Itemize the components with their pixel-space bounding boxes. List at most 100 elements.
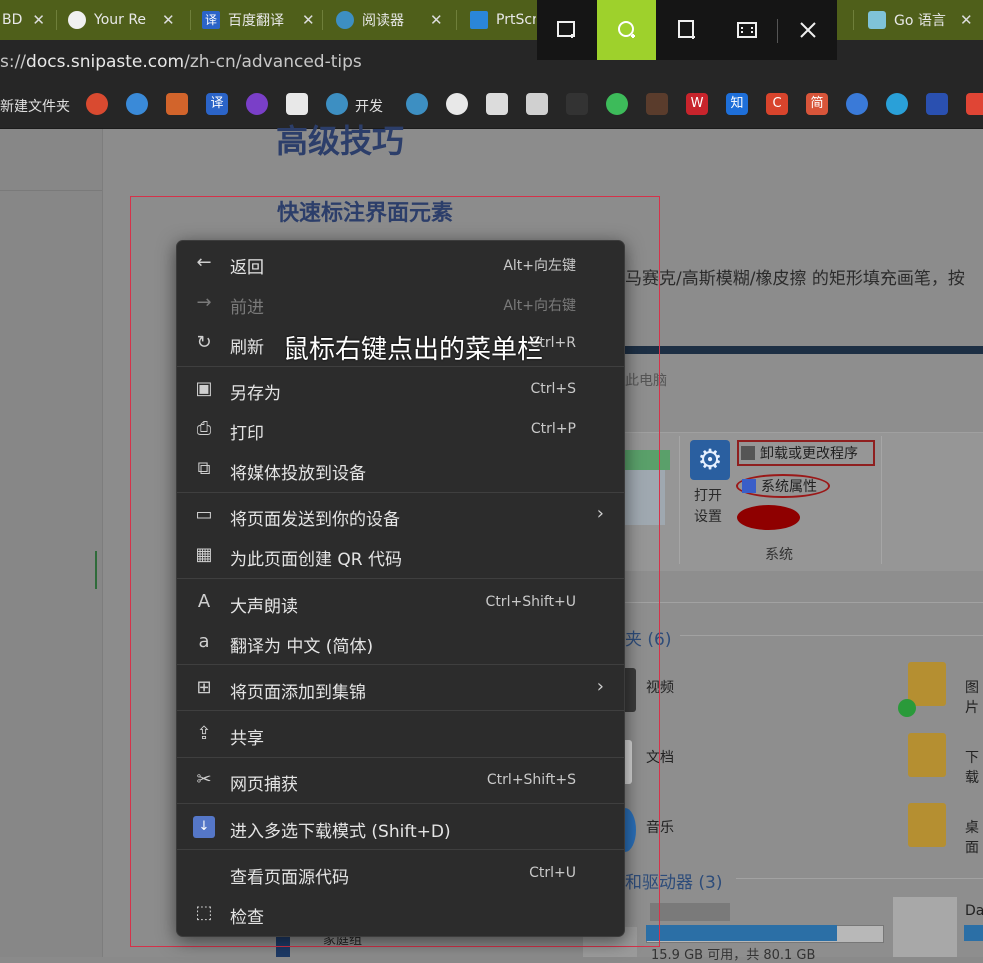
- menu-item-back[interactable]: ← 返回 Alt+向左键: [177, 243, 624, 283]
- file-icon[interactable]: [486, 93, 508, 115]
- annotation-text: 鼠标右键点出的菜单栏: [283, 335, 544, 365]
- uninstall-programs-item: 卸载或更改程序: [737, 440, 875, 466]
- ellipse-capture-icon: [617, 21, 635, 38]
- menu-shortcut: Ctrl+S: [530, 381, 576, 397]
- tab-title: 阅读器: [362, 13, 404, 29]
- tab[interactable]: BD ✕: [0, 0, 48, 40]
- pictures-folder-icon: [908, 662, 946, 706]
- menu-item-translate[interactable]: a 翻译为 中文 (简体): [177, 622, 624, 662]
- desktop-folder-icon: [908, 803, 946, 847]
- menu-separator: [177, 578, 624, 579]
- cloud-icon[interactable]: [126, 93, 148, 115]
- github-icon[interactable]: [446, 93, 468, 115]
- menu-item-multi-download[interactable]: ↓ 进入多选下载模式 (Shift+D): [177, 807, 624, 847]
- close-tab-icon[interactable]: ✕: [430, 11, 443, 29]
- tab-separator: [322, 10, 323, 30]
- jianshu-icon[interactable]: 简: [806, 93, 828, 115]
- code-icon[interactable]: [166, 93, 188, 115]
- desktop-folder-label: 桌面: [965, 820, 979, 856]
- url-text[interactable]: s://docs.snipaste.com/zh-cn/advanced-tip…: [0, 52, 362, 72]
- chrome-icon[interactable]: [86, 93, 108, 115]
- fullscreen-icon: [736, 22, 757, 38]
- menu-item-add-to-collections[interactable]: ⊞ 将页面添加到集锦 ›: [177, 668, 624, 708]
- menu-item-qr-code[interactable]: ▦ 为此页面创建 QR 代码: [177, 535, 624, 575]
- w-icon[interactable]: W: [686, 93, 708, 115]
- disk-usage-fill: [646, 925, 837, 941]
- menu-label: 为此页面创建 QR 代码: [230, 550, 403, 570]
- cursor-icon[interactable]: [566, 93, 588, 115]
- download-mode-icon: ↓: [193, 816, 215, 838]
- menu-item-read-aloud[interactable]: A 大声朗读 Ctrl+Shift+U: [177, 582, 624, 622]
- bookmark-dev[interactable]: 开发: [355, 96, 383, 116]
- menu-item-forward[interactable]: → 前进 Alt+向右键: [177, 283, 624, 323]
- translate-icon: a: [198, 631, 210, 652]
- close-tab-icon[interactable]: ✕: [32, 11, 45, 29]
- t-icon[interactable]: [886, 93, 908, 115]
- menu-item-print[interactable]: ⎙ 打印 Ctrl+P: [177, 409, 624, 449]
- tab[interactable]: Go 语言 ✕: [868, 0, 983, 40]
- reader-icon: [336, 11, 354, 29]
- csdn-icon[interactable]: C: [766, 93, 788, 115]
- menu-item-inspect[interactable]: ⬚ 检查: [177, 893, 624, 933]
- menu-shortcut: Ctrl+P: [530, 421, 576, 437]
- wechat-icon[interactable]: [606, 93, 628, 115]
- rect-capture-button[interactable]: [537, 0, 596, 60]
- wave-icon[interactable]: [926, 93, 948, 115]
- zhihu-label: 知: [730, 96, 744, 111]
- tab[interactable]: 译 百度翻译 ✕: [202, 0, 320, 40]
- menu-item-view-source[interactable]: 查看页面源代码 Ctrl+U: [177, 853, 624, 893]
- tab-separator: [190, 10, 191, 30]
- menu-item-share[interactable]: ⇪ 共享: [177, 714, 624, 754]
- menu-label: 刷新: [230, 338, 264, 358]
- url-path: /zh-cn/advanced-tips: [184, 52, 362, 72]
- tab-separator: [56, 10, 57, 30]
- dev-folder-icon[interactable]: [326, 93, 348, 115]
- system-group-label: 系统: [765, 547, 793, 563]
- checkbox-icon: [742, 479, 756, 493]
- menu-separator: [177, 366, 624, 367]
- save-icon: ▣: [195, 378, 213, 399]
- close-tab-icon[interactable]: ✕: [302, 11, 315, 29]
- gmail-icon[interactable]: [966, 93, 983, 115]
- url-prefix: s://: [0, 52, 27, 72]
- tab[interactable]: Your Re ✕: [68, 0, 188, 40]
- sync-check-icon: [898, 699, 916, 717]
- menu-shortcut: Alt+向右键: [503, 298, 576, 314]
- url-host: docs.snipaste.com: [26, 52, 185, 72]
- notion-icon[interactable]: [286, 93, 308, 115]
- close-tab-icon[interactable]: ✕: [162, 11, 175, 29]
- crop-capture-button[interactable]: [657, 0, 716, 60]
- reader-icon[interactable]: [406, 93, 428, 115]
- nk-icon[interactable]: [526, 93, 548, 115]
- web-capture-icon: ✂: [196, 769, 212, 790]
- drive-label: Da: [965, 903, 983, 919]
- ellipse-capture-button[interactable]: [597, 0, 656, 60]
- printer-icon: ⎙: [196, 418, 212, 439]
- settings-gear-icon: ⚙: [690, 440, 730, 480]
- zhihu-icon[interactable]: 知: [726, 93, 748, 115]
- menu-item-cast[interactable]: ⧉ 将媒体投放到设备: [177, 449, 624, 489]
- tab[interactable]: 阅读器 ✕: [336, 0, 454, 40]
- translate-icon[interactable]: 译: [206, 93, 228, 115]
- drive-icon: [893, 897, 957, 957]
- bookmark-new-folder[interactable]: 新建文件夹: [0, 96, 70, 116]
- media-icon[interactable]: [246, 93, 268, 115]
- sidebar-divider: [0, 190, 102, 191]
- menu-label: 前进: [230, 298, 264, 318]
- arrow-right-icon: →: [196, 292, 212, 313]
- fullscreen-button[interactable]: [717, 0, 776, 60]
- menu-label: 网页捕获: [230, 775, 298, 795]
- menu-item-send-to-device[interactable]: ▭ 将页面发送到你的设备 ›: [177, 495, 624, 535]
- menu-item-save-as[interactable]: ▣ 另存为 Ctrl+S: [177, 369, 624, 409]
- menu-item-web-capture[interactable]: ✂ 网页捕获 Ctrl+Shift+S: [177, 760, 624, 800]
- tab[interactable]: PrtScr: [470, 0, 536, 40]
- close-tab-icon[interactable]: ✕: [960, 11, 973, 29]
- disk-usage-fill: [964, 925, 983, 941]
- tab-title: Your Re: [94, 12, 147, 28]
- check-icon[interactable]: [846, 93, 868, 115]
- close-button[interactable]: [778, 0, 837, 60]
- avatar-icon[interactable]: [646, 93, 668, 115]
- menu-separator: [177, 664, 624, 665]
- qr-code-icon: ▦: [195, 544, 213, 565]
- open-settings-label: 打开设置: [694, 488, 722, 525]
